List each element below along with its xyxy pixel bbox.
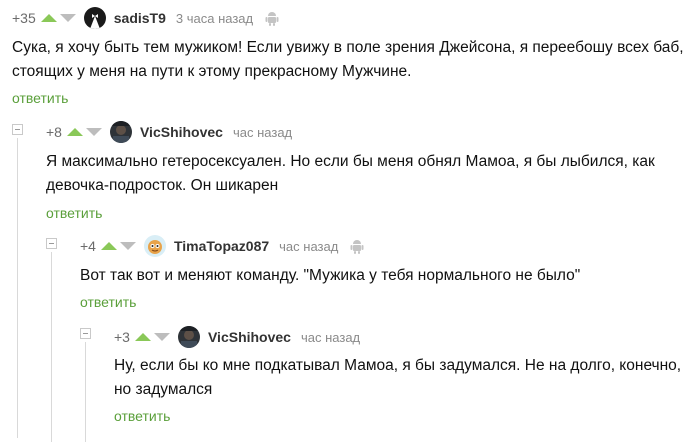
comment-author[interactable]: VicShihovec	[208, 329, 291, 345]
comment-rating: +4	[80, 238, 96, 254]
comment-time[interactable]: 3 часа назад	[176, 11, 253, 26]
avatar[interactable]	[83, 7, 106, 29]
comments-thread: +35 sadisT9 3 часа назад Сука, я хочу бы…	[0, 0, 700, 442]
collapse-toggle[interactable]	[12, 124, 23, 135]
collapse-toggle[interactable]	[80, 328, 91, 339]
comment-rating: +3	[114, 329, 130, 345]
thread-line[interactable]	[51, 252, 52, 442]
collapse-toggle[interactable]	[46, 238, 57, 249]
reply-link[interactable]: ответить	[12, 90, 68, 106]
reply-link[interactable]: ответить	[46, 205, 102, 221]
comment-header: +4 TimaTopaz087 час назад	[80, 232, 364, 260]
android-icon	[350, 238, 364, 254]
comment-header: +8 VicShihovec час назад	[46, 118, 304, 146]
android-icon	[265, 10, 279, 26]
comment-author[interactable]: VicShihovec	[140, 124, 223, 140]
avatar[interactable]	[143, 235, 166, 257]
avatar[interactable]	[109, 121, 132, 143]
downvote-icon[interactable]	[153, 333, 170, 341]
comment-time[interactable]: час назад	[301, 330, 360, 345]
downvote-icon[interactable]	[85, 128, 102, 136]
comment-header: +3 VicShihovec час назад	[114, 323, 372, 351]
downvote-icon[interactable]	[59, 14, 76, 22]
reply-link[interactable]: ответить	[114, 408, 170, 424]
comment-header: +35 sadisT9 3 часа назад	[12, 4, 279, 32]
comment-author[interactable]: TimaTopaz087	[174, 238, 269, 254]
comment-text: Вот так вот и меняют команду. "Мужика у …	[80, 267, 581, 284]
upvote-icon[interactable]	[134, 333, 151, 341]
upvote-icon[interactable]	[40, 14, 57, 22]
upvote-icon[interactable]	[100, 242, 117, 250]
comment-rating: +35	[12, 10, 36, 26]
downvote-icon[interactable]	[119, 242, 136, 250]
upvote-icon[interactable]	[66, 128, 83, 136]
reply-link[interactable]: ответить	[80, 294, 136, 310]
comment-time[interactable]: час назад	[279, 239, 338, 254]
comment-text: Ну, если бы ко мне подкатывал Мамоа, я б…	[114, 357, 682, 398]
comment-rating: +8	[46, 124, 62, 140]
comment-author[interactable]: sadisT9	[114, 10, 166, 26]
comment-text: Я максимально гетеросексуален. Но если б…	[46, 153, 655, 194]
thread-line[interactable]	[85, 342, 86, 442]
thread-line[interactable]	[17, 138, 18, 438]
avatar[interactable]	[177, 326, 200, 348]
comment-text: Сука, я хочу быть тем мужиком! Если увиж…	[12, 39, 684, 80]
comment-time[interactable]: час назад	[233, 125, 292, 140]
